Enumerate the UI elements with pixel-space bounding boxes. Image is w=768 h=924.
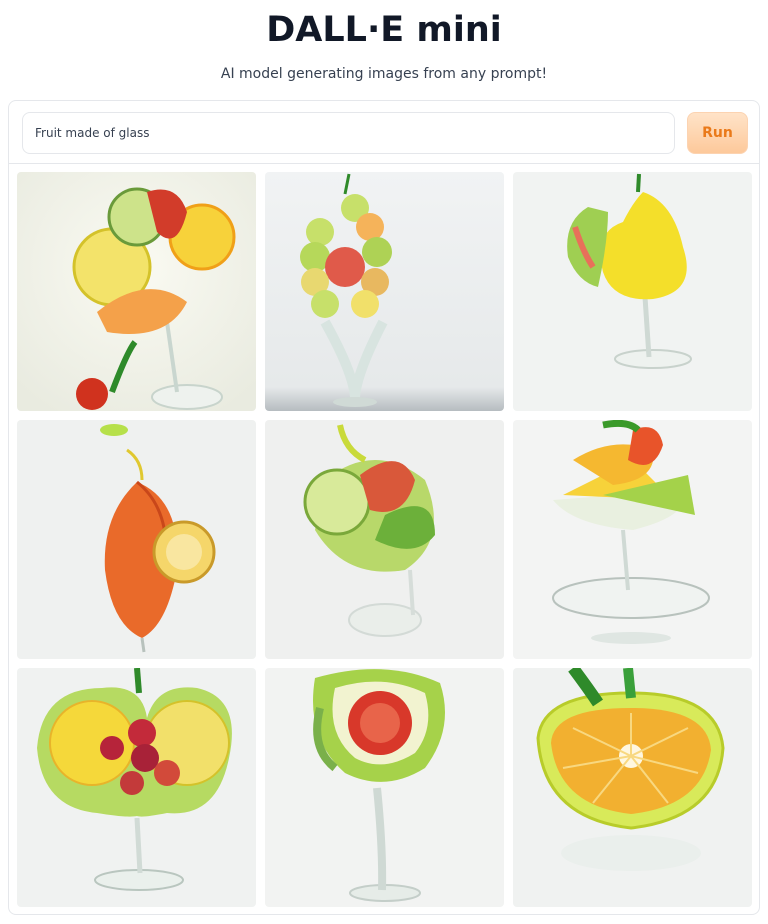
generated-image-6[interactable] <box>513 420 752 659</box>
generated-image-1[interactable] <box>17 172 256 411</box>
generated-image-4[interactable] <box>17 420 256 659</box>
generated-image-2[interactable] <box>265 172 504 411</box>
generated-image-3[interactable] <box>513 172 752 411</box>
prompt-row: Fruit made of glass Run <box>9 101 759 164</box>
generated-image-8[interactable] <box>265 668 504 907</box>
page-title: DALL·E mini <box>266 10 502 50</box>
page-subtitle: AI model generating images from any prom… <box>220 66 548 82</box>
generated-image-7[interactable] <box>17 668 256 907</box>
generated-image-5[interactable] <box>265 420 504 659</box>
image-gallery <box>17 172 752 907</box>
app-panel: Fruit made of glass Run <box>8 100 760 915</box>
generated-image-9[interactable] <box>513 668 752 907</box>
run-button[interactable]: Run <box>687 112 748 154</box>
prompt-input[interactable]: Fruit made of glass <box>22 112 675 154</box>
